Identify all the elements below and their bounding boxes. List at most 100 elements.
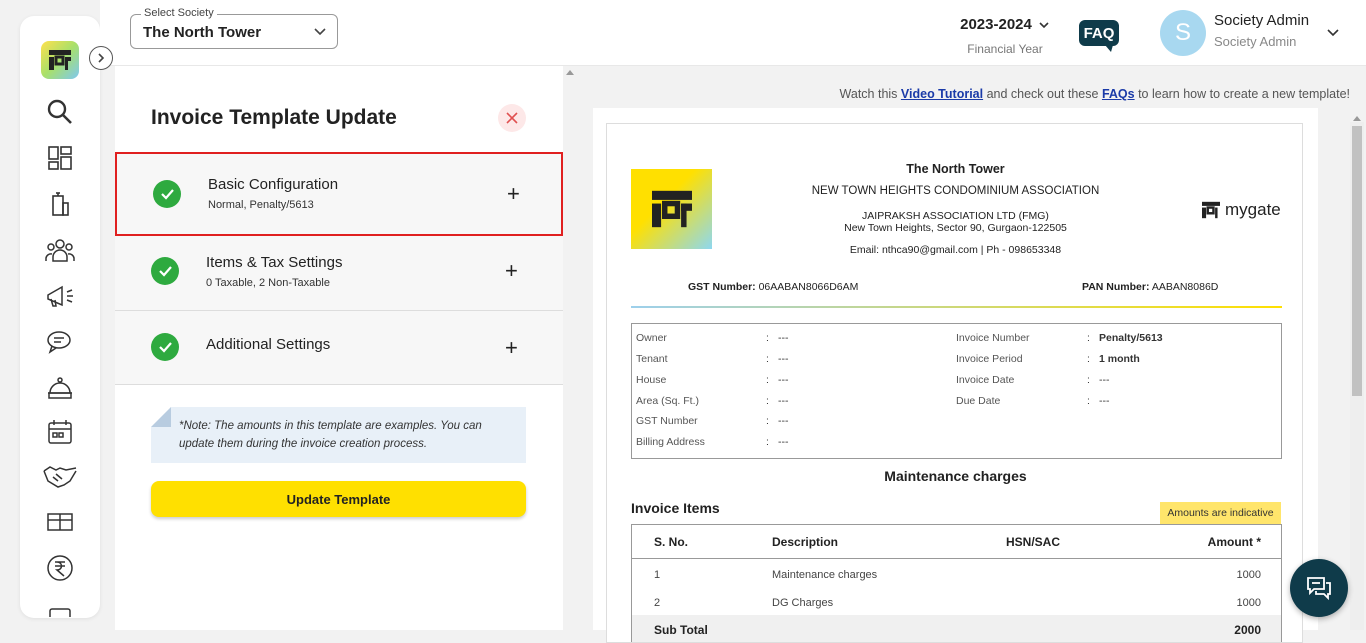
- video-tutorial-link[interactable]: Video Tutorial: [901, 87, 983, 101]
- check-icon: [151, 257, 179, 285]
- announcement-icon[interactable]: [42, 280, 78, 312]
- table-cell: DG Charges: [772, 597, 834, 609]
- community-icon[interactable]: [42, 234, 78, 266]
- society-select-value: The North Tower: [143, 24, 262, 41]
- table-cell: 1: [654, 569, 661, 581]
- info-value: ---: [778, 395, 789, 407]
- rupee-icon[interactable]: [42, 552, 78, 584]
- info-label: House: [636, 374, 667, 386]
- info-label: Invoice Number: [956, 332, 1030, 344]
- user-menu-chevron-icon[interactable]: [1326, 25, 1340, 39]
- invoice-contact: Email: nthca90@gmail.com | Ph - 09865334…: [849, 244, 1062, 256]
- invoice-company: JAIPRAKSH ASSOCIATION LTD (FMG): [862, 210, 1049, 222]
- info-label: Invoice Period: [956, 353, 1023, 365]
- step-additional-settings[interactable]: Additional Settings +: [115, 311, 563, 385]
- scroll-up-arrow[interactable]: [566, 70, 574, 75]
- info-colon: :: [1087, 374, 1090, 386]
- step-title: Additional Settings: [206, 336, 331, 353]
- note-fold: [151, 407, 171, 427]
- chat-icon[interactable]: [42, 326, 78, 358]
- calendar-icon[interactable]: [42, 416, 78, 448]
- chevron-down-icon: [1039, 21, 1049, 28]
- helpdesk-icon[interactable]: [42, 372, 78, 404]
- expand-plus-icon[interactable]: +: [507, 183, 520, 205]
- step-basic-configuration[interactable]: Basic Configuration Normal, Penalty/5613…: [115, 152, 563, 236]
- invoice-association: NEW TOWN HEIGHTS CONDOMINIUM ASSOCIATION: [811, 185, 1100, 197]
- info-colon: :: [766, 374, 769, 386]
- society-select[interactable]: Select Society The North Tower: [130, 7, 338, 49]
- invoice-society-name: The North Tower: [906, 162, 1005, 176]
- app-logo[interactable]: [41, 41, 79, 79]
- info-value: ---: [778, 374, 789, 386]
- section-title: Maintenance charges: [884, 468, 1027, 484]
- info-value: ---: [1099, 395, 1110, 407]
- scroll-up-arrow[interactable]: [1353, 116, 1361, 121]
- info-label: Billing Address: [636, 436, 705, 448]
- more-icon[interactable]: [42, 594, 78, 618]
- info-value: ---: [778, 415, 789, 427]
- step-subtitle: 0 Taxable, 2 Non-Taxable: [206, 277, 330, 289]
- close-button[interactable]: [498, 104, 526, 132]
- check-icon: [153, 180, 181, 208]
- update-template-button[interactable]: Update Template: [151, 481, 526, 517]
- info-value: 1 month: [1099, 353, 1140, 365]
- expand-plus-icon[interactable]: +: [505, 260, 518, 282]
- user-role: Society Admin: [1214, 34, 1297, 49]
- table-header: Amount *: [1207, 535, 1261, 549]
- preview-scrollbar[interactable]: [1350, 116, 1364, 630]
- step-title: Basic Configuration: [208, 176, 339, 193]
- table-cell: 1000: [1236, 597, 1261, 609]
- scrollbar-thumb[interactable]: [1352, 126, 1362, 396]
- faqs-link[interactable]: FAQs: [1102, 87, 1135, 101]
- user-name: Society Admin: [1214, 12, 1310, 29]
- chat-support-button[interactable]: [1290, 559, 1348, 617]
- info-value: ---: [1099, 374, 1110, 386]
- amenities-icon[interactable]: [42, 506, 78, 538]
- invoice-items-title: Invoice Items: [631, 500, 720, 516]
- info-label: Area (Sq. Ft.): [636, 395, 700, 407]
- mygate-logo-icon: [49, 50, 71, 70]
- gst-label: GST Number:: [688, 281, 756, 293]
- invoice-items-table: S. No. Description HSN/SAC Amount * 1 Ma…: [631, 524, 1282, 642]
- invoice-info-box: Owner: --- Tenant: --- House: --- Area (Sq.…: [631, 323, 1282, 459]
- info-label: Tenant: [636, 353, 668, 365]
- handshake-icon[interactable]: [42, 460, 78, 492]
- info-value: ---: [778, 332, 789, 344]
- info-label: Owner: [636, 332, 667, 344]
- table-header-divider: [632, 558, 1281, 559]
- info-value: ---: [778, 436, 789, 448]
- search-icon[interactable]: [42, 96, 78, 128]
- chevron-down-icon: [314, 28, 326, 36]
- info-value: ---: [778, 353, 789, 365]
- financial-year-label: Financial Year: [967, 42, 1043, 56]
- pan-value: AABAN8086D: [1151, 281, 1219, 293]
- gst-number: GST Number: 06AABAN8066D6AM: [688, 281, 858, 293]
- invoice-address: New Town Heights, Sector 90, Gurgaon-122…: [844, 222, 1067, 234]
- template-settings-panel: Invoice Template Update Basic Configurat…: [115, 66, 563, 630]
- step-items-tax-settings[interactable]: Items & Tax Settings 0 Taxable, 2 Non-Ta…: [115, 236, 563, 311]
- info-colon: :: [1087, 332, 1090, 344]
- avatar[interactable]: S: [1160, 10, 1206, 56]
- faq-button[interactable]: FAQ: [1079, 20, 1119, 52]
- sidebar: [20, 16, 100, 618]
- building-icon[interactable]: [42, 188, 78, 220]
- financial-year-select[interactable]: 2023-2024 Financial Year: [950, 16, 1060, 56]
- info-colon: :: [1087, 353, 1090, 365]
- step-subtitle: Normal, Penalty/5613: [208, 199, 314, 211]
- help-text-suffix: to learn how to create a new template!: [1134, 87, 1350, 101]
- table-cell: Maintenance charges: [772, 569, 878, 581]
- gst-value: 06AABAN8066D6AM: [758, 281, 859, 293]
- page-title: Invoice Template Update: [151, 106, 397, 129]
- expand-plus-icon[interactable]: +: [505, 337, 518, 359]
- help-text-middle: and check out these: [983, 87, 1102, 101]
- chevron-right-icon: [98, 53, 105, 63]
- info-colon: :: [766, 415, 769, 427]
- table-cell: 2: [654, 597, 661, 609]
- check-icon: [151, 333, 179, 361]
- invoice-document: The North Tower NEW TOWN HEIGHTS CONDOMI…: [606, 123, 1303, 643]
- dashboard-icon[interactable]: [42, 142, 78, 174]
- expand-sidebar-button[interactable]: [89, 46, 113, 70]
- table-header: S. No.: [654, 535, 689, 549]
- subtotal-value: 2000: [1234, 623, 1261, 637]
- info-label: GST Number: [636, 415, 698, 427]
